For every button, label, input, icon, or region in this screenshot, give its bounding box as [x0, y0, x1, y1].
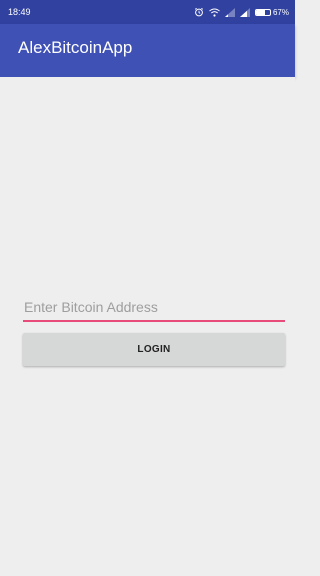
- battery-icon: 67%: [254, 7, 289, 17]
- signal-icon: [239, 7, 250, 17]
- status-icons: 67%: [194, 7, 289, 17]
- status-time: 18:49: [8, 7, 31, 17]
- app-title: AlexBitcoinApp: [18, 37, 133, 57]
- status-bar: 18:49 67%: [0, 0, 295, 24]
- login-screen: LOGIN: [0, 77, 295, 576]
- app-bar: AlexBitcoinApp: [0, 24, 295, 77]
- alarm-icon: [194, 7, 204, 17]
- wifi-icon: [209, 8, 220, 17]
- battery-fill: [255, 9, 266, 15]
- battery-percent: 67%: [272, 7, 289, 17]
- signal-weak-icon: [224, 7, 235, 17]
- battery-body: [254, 8, 271, 16]
- login-button[interactable]: LOGIN: [23, 333, 285, 366]
- bitcoin-address-input[interactable]: [23, 296, 285, 322]
